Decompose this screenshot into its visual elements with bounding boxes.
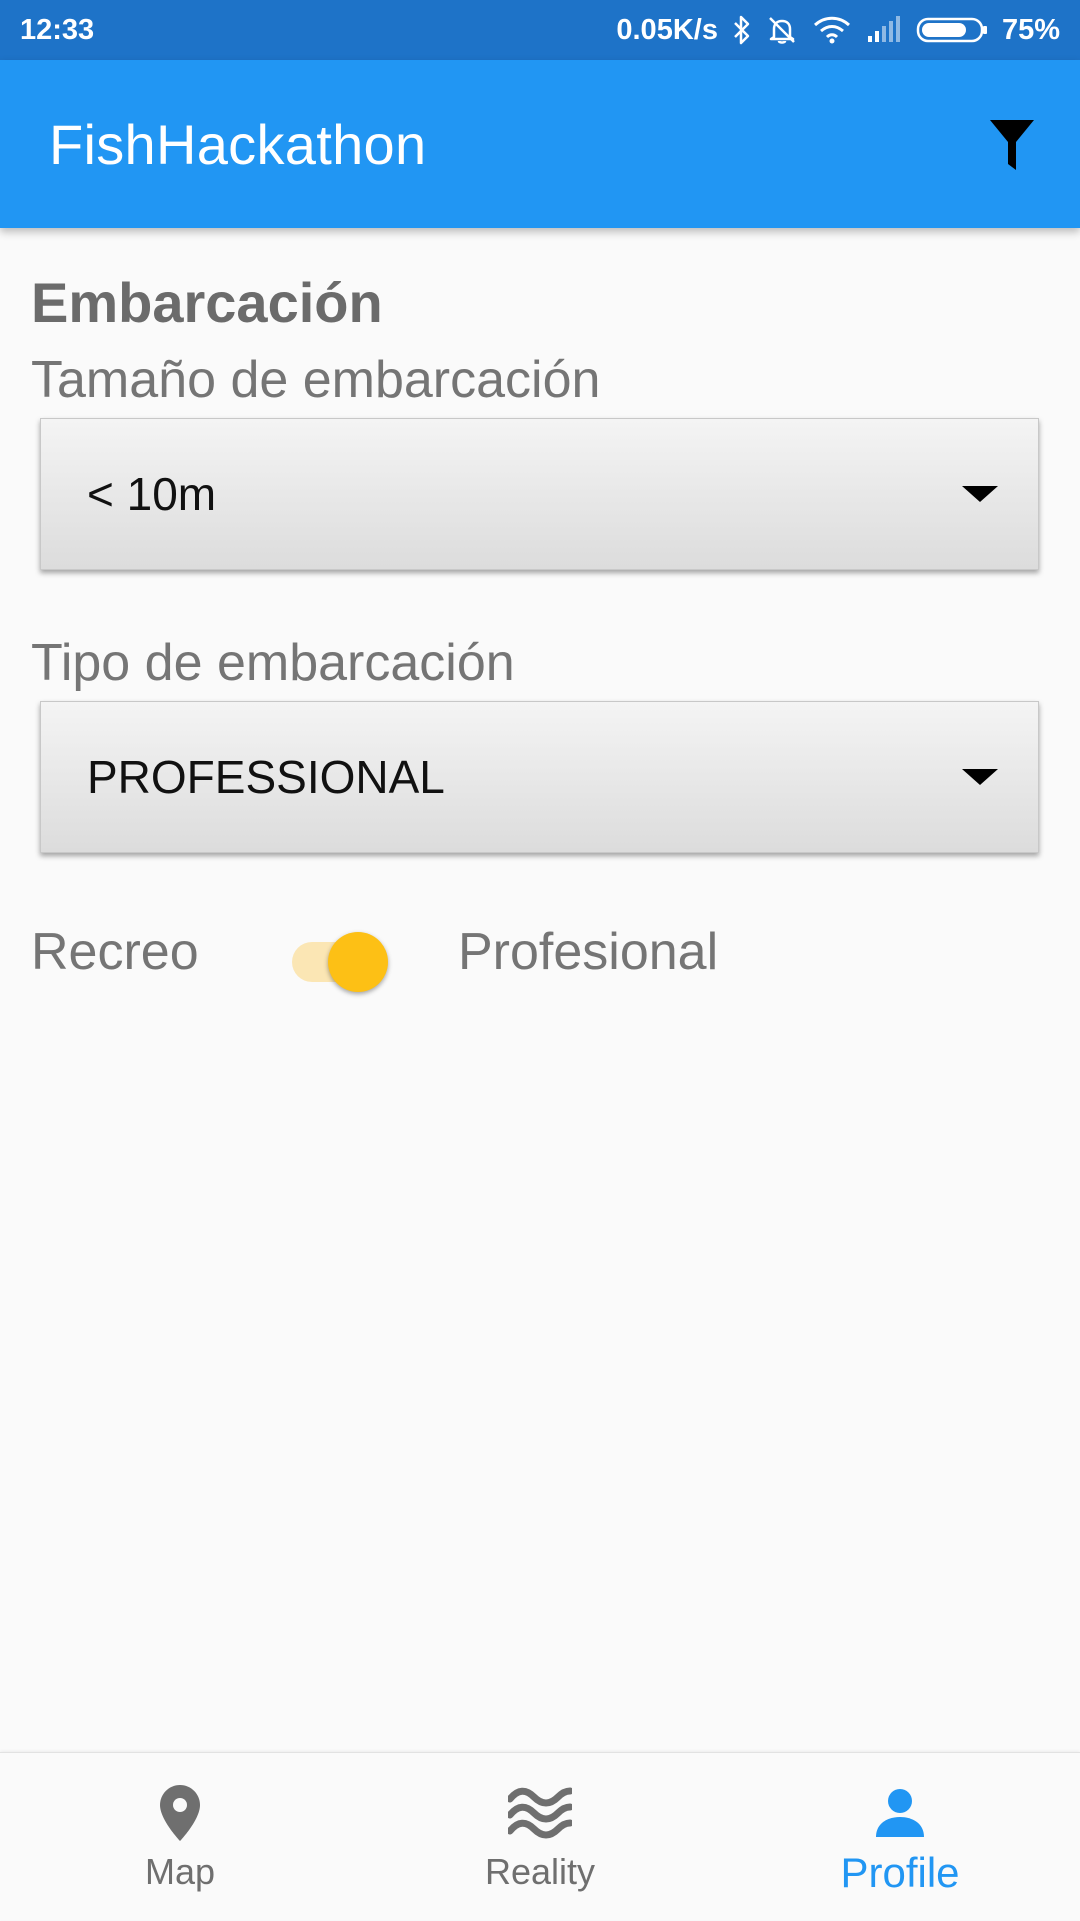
dropdown-arrow-icon	[962, 769, 998, 785]
status-icons: 0.05K/s 75%	[616, 14, 1060, 47]
nav-label-map: Map	[144, 1851, 216, 1892]
boat-size-dropdown[interactable]: < 10m	[40, 418, 1039, 570]
nav-item-map[interactable]: Map	[0, 1753, 360, 1921]
bell-off-icon	[766, 14, 798, 46]
status-bar: 12:33 0.05K/s 75%	[0, 0, 1080, 60]
map-pin-icon	[158, 1781, 202, 1845]
wifi-icon	[812, 15, 852, 45]
nav-label-reality: Reality	[484, 1851, 596, 1892]
filter-icon	[990, 120, 1034, 170]
app-bar: FishHackathon	[0, 60, 1080, 228]
boat-category-toggle-row: Recreo Profesional	[0, 908, 1080, 998]
toggle-label-profesional: Profesional	[458, 923, 719, 981]
person-icon	[874, 1781, 926, 1845]
nav-item-reality[interactable]: Reality	[360, 1753, 720, 1921]
status-time: 12:33	[20, 13, 95, 46]
nav-label-profile: Profile	[840, 1849, 960, 1896]
filter-button[interactable]	[980, 112, 1044, 176]
boat-type-label: Tipo de embarcación	[31, 634, 515, 692]
battery-level: 75%	[1001, 13, 1060, 46]
waves-icon	[508, 1781, 572, 1845]
category-switch[interactable]	[290, 926, 388, 992]
nav-item-profile[interactable]: Profile	[720, 1753, 1080, 1921]
dropdown-arrow-icon	[962, 486, 998, 502]
boat-type-dropdown[interactable]: PROFESSIONAL	[40, 701, 1039, 853]
app-title: FishHackathon	[49, 112, 427, 176]
boat-size-label: Tamaño de embarcación	[31, 351, 601, 409]
signal-icon	[866, 16, 902, 44]
bottom-navigation: Map Reality Profile	[0, 1752, 1080, 1920]
switch-thumb	[328, 932, 388, 992]
boat-size-value: < 10m	[87, 468, 217, 520]
battery-icon	[916, 15, 988, 45]
section-title: Embarcación	[31, 271, 383, 334]
network-speed: 0.05K/s	[616, 13, 718, 46]
toggle-label-recreo: Recreo	[31, 923, 199, 981]
boat-type-value: PROFESSIONAL	[87, 751, 445, 803]
bluetooth-icon	[732, 15, 752, 45]
